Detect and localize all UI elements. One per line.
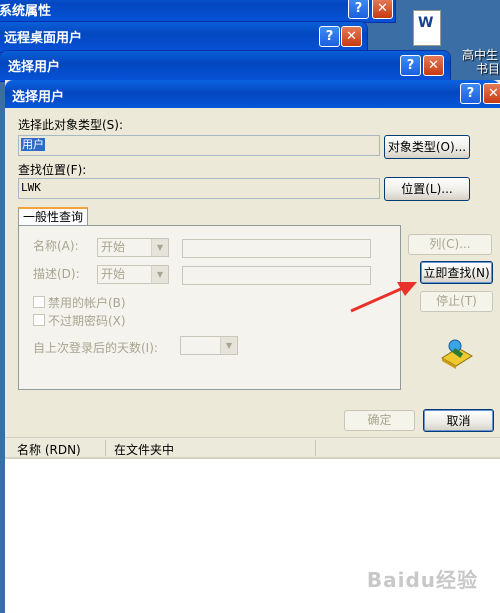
chevron-down-icon: ▼ xyxy=(151,239,168,256)
close-button[interactable]: ✕ xyxy=(423,55,444,76)
object-type-label: 选择此对象类型(S): xyxy=(18,118,124,132)
tab-common-queries[interactable]: 一般性查询 xyxy=(18,207,88,227)
non-expiring-password-label: 不过期密码(X) xyxy=(48,314,126,328)
bg-window-title: 系统属性 xyxy=(0,4,52,19)
bg-window-title: 选择用户 xyxy=(8,60,61,75)
dialog-title: 选择用户 xyxy=(12,90,65,105)
object-types-button[interactable]: 对象类型(O)... xyxy=(384,135,470,159)
dialog-titlebar: 选择用户 ? ✕ xyxy=(5,80,500,108)
word-document-icon[interactable]: W xyxy=(405,10,445,48)
close-button[interactable]: ✕ xyxy=(341,26,362,47)
days-since-login-label: 自上次登录后的天数(I): xyxy=(33,341,158,355)
help-button[interactable]: ? xyxy=(319,26,340,47)
select-users-dialog: 选择用户 ? ✕ 选择此对象类型(S): 用户 对象类型(O)... 查找位置(… xyxy=(5,80,500,613)
columns-button[interactable]: 列(C)... xyxy=(408,234,492,255)
common-queries-panel: 名称(A): 开始 ▼ 描述(D): 开始 ▼ 禁用的帐户(B) 不过期密码(X) … xyxy=(18,225,401,390)
description-input[interactable] xyxy=(182,266,371,285)
description-condition-select[interactable]: 开始 ▼ xyxy=(97,265,169,284)
find-now-button[interactable]: 立即查找(N) xyxy=(420,261,493,284)
name-input[interactable] xyxy=(182,239,371,258)
help-button[interactable]: ? xyxy=(460,83,481,104)
object-type-field: 用户 xyxy=(18,135,380,156)
bg-window-system-properties: 系统属性 ? ✕ xyxy=(0,0,395,22)
chevron-down-icon: ▼ xyxy=(220,337,237,354)
stop-button[interactable]: 停止(T) xyxy=(420,291,493,312)
chevron-down-icon: ▼ xyxy=(151,266,168,283)
search-flashlight-icon xyxy=(438,336,474,370)
disabled-accounts-checkbox[interactable] xyxy=(33,296,45,308)
bg-window-remote-desktop-users: 远程桌面用户 ? ✕ xyxy=(0,22,367,52)
bg-window-select-users: 选择用户 ? ✕ xyxy=(0,51,450,81)
desktop-icon-label: 高中生 书目 xyxy=(462,48,500,76)
disabled-accounts-label: 禁用的帐户(B) xyxy=(48,296,126,310)
column-header-folder[interactable]: 在文件夹中 xyxy=(114,441,174,458)
help-button[interactable]: ? xyxy=(400,55,421,76)
results-header: 名称 (RDN) 在文件夹中 xyxy=(5,437,500,459)
locations-button[interactable]: 位置(L)... xyxy=(384,177,470,201)
ok-button[interactable]: 确定 xyxy=(344,410,415,431)
days-since-login-select[interactable]: ▼ xyxy=(180,336,238,355)
non-expiring-password-checkbox[interactable] xyxy=(33,314,45,326)
close-button[interactable]: ✕ xyxy=(372,0,393,19)
description-label: 描述(D): xyxy=(33,267,80,281)
close-button[interactable]: ✕ xyxy=(483,83,500,104)
help-button[interactable]: ? xyxy=(348,0,369,19)
cancel-button[interactable]: 取消 xyxy=(423,409,494,432)
bg-window-title: 远程桌面用户 xyxy=(4,31,83,46)
column-header-name[interactable]: 名称 (RDN) xyxy=(17,441,81,458)
location-label: 查找位置(F): xyxy=(18,163,87,177)
location-field: LWK xyxy=(18,178,380,199)
name-label: 名称(A): xyxy=(33,239,79,253)
watermark: Baidu经验 xyxy=(366,568,478,592)
name-condition-select[interactable]: 开始 ▼ xyxy=(97,238,169,257)
